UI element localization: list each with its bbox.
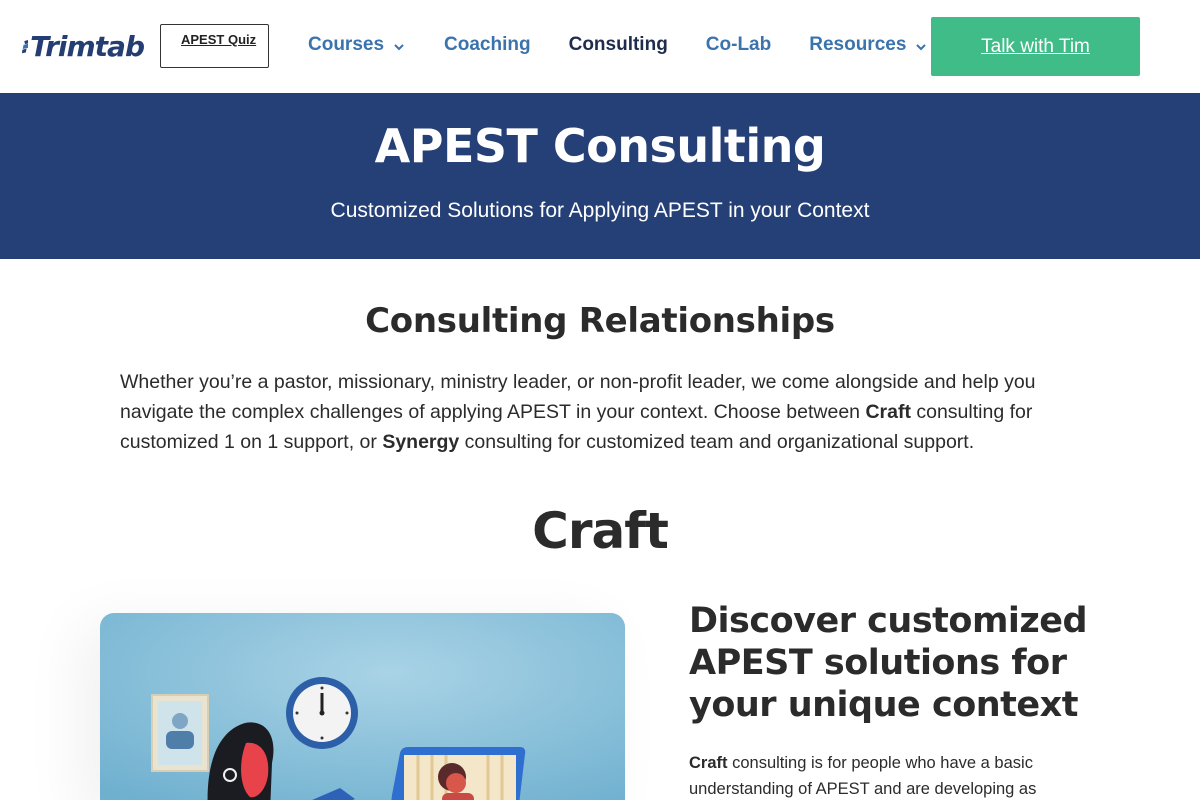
nav-item-label: Consulting	[568, 34, 668, 55]
nav-item-consulting[interactable]: Consulting	[569, 34, 668, 56]
main-nav: Courses Coaching Consulting Co-Lab Resou…	[308, 34, 966, 56]
craft-emphasis: Craft	[865, 401, 911, 423]
nav-item-courses[interactable]: Courses	[308, 34, 406, 56]
clock-icon	[286, 677, 358, 749]
nav-item-resources[interactable]: Resources	[809, 34, 928, 56]
page-subtitle: Customized Solutions for Applying APEST …	[330, 199, 870, 222]
trimtab-logo-icon	[22, 39, 29, 54]
laptop	[391, 747, 526, 800]
illustration-image	[100, 613, 625, 800]
intro-text: consulting for customized team and organ…	[459, 431, 975, 453]
craft-emphasis: Craft	[689, 754, 728, 772]
apest-quiz-button[interactable]: APEST Quiz	[160, 24, 269, 68]
logo-text: Trimtab	[30, 29, 145, 63]
hero-banner: APEST Consulting Customized Solutions fo…	[0, 93, 1200, 259]
portrait-frame	[151, 694, 209, 772]
talk-with-tim-button[interactable]: Talk with Tim	[931, 17, 1140, 76]
nav-item-colab[interactable]: Co-Lab	[706, 34, 771, 56]
consulting-illustration	[100, 613, 625, 800]
feature-text: consulting is for people who have a basi…	[689, 754, 1037, 798]
synergy-emphasis: Synergy	[382, 431, 460, 453]
chevron-down-icon	[394, 44, 404, 51]
trimtab-logo[interactable]: Trimtab	[22, 24, 145, 68]
section-title: Consulting Relationships	[365, 301, 835, 341]
nav-item-label: Courses	[308, 34, 385, 55]
feature-heading: Discover customized APEST solutions for …	[689, 601, 1088, 725]
nav-item-coaching[interactable]: Coaching	[444, 34, 531, 56]
intro-paragraph: Whether you’re a pastor, missionary, min…	[120, 367, 1080, 457]
craft-heading: Craft	[532, 502, 669, 560]
site-header: Trimtab APEST Quiz Courses Coaching Cons…	[0, 0, 1200, 93]
nav-item-label: Co-Lab	[705, 34, 772, 55]
nav-item-label: Resources	[809, 34, 907, 55]
page-title: APEST Consulting	[374, 119, 826, 173]
nav-item-label: Coaching	[444, 34, 531, 55]
chevron-down-icon	[916, 44, 927, 51]
feature-description: Craft consulting is for people who have …	[689, 750, 1069, 800]
